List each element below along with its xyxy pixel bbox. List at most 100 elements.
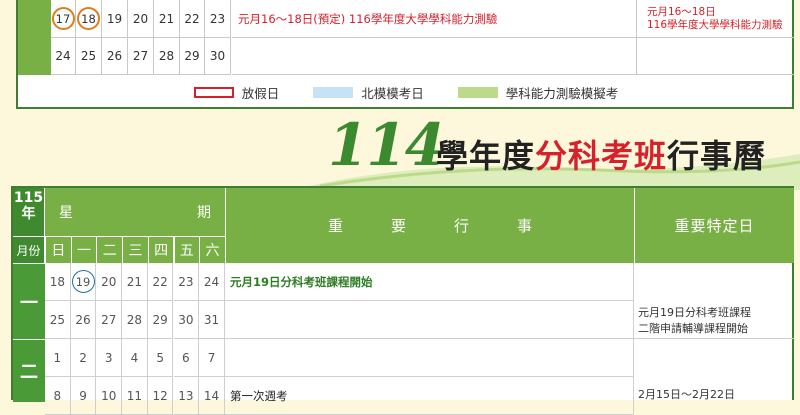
top-day-cell: 20 bbox=[128, 0, 154, 38]
legend-mock-exam-label: 北模模考日 bbox=[361, 85, 424, 101]
special-note-cell-2: 2月15日～2月22日 bbox=[634, 339, 794, 402]
special-note-1-line-2: 二階申請輔導課程開始 bbox=[638, 322, 748, 335]
header-day-name: 五 bbox=[173, 236, 200, 263]
day-number: 6 bbox=[182, 350, 190, 365]
top-day-cell: 29 bbox=[180, 38, 205, 75]
day-cell: 19 bbox=[70, 263, 97, 301]
holiday-circled-day: 17 bbox=[51, 7, 75, 30]
header-day-name: 二 bbox=[96, 236, 123, 263]
header-week-right: 期 bbox=[197, 205, 211, 221]
day-cell: 13 bbox=[173, 377, 200, 415]
day-number: 25 bbox=[80, 49, 97, 63]
special-line-2: 116學年度大學學科能力測驗 bbox=[647, 19, 783, 31]
event-text: 元月16～18日(預定) 116學年度大學學科能力測驗 bbox=[238, 11, 498, 26]
day-number: 19 bbox=[106, 11, 123, 26]
day-number: 29 bbox=[152, 312, 168, 327]
top-special-day-cell: 元月16～18日 116學年度大學學科能力測驗 bbox=[637, 0, 794, 38]
gsat-mock-swatch bbox=[457, 86, 498, 98]
top-day-cell: 30 bbox=[205, 38, 231, 75]
legend-holiday-label: 放假日 bbox=[241, 85, 280, 101]
previous-calendar-table: 17 18 19 20 21 22 23 24 25 26 27 28 29 30 元月16～18日(預定… bbox=[16, 0, 794, 109]
day-number: 20 bbox=[132, 11, 149, 26]
main-calendar-table: 115 年 月份 星 期 日一二三四五六 重 要 行 事 重要特定日 一 二 1… bbox=[11, 186, 794, 415]
header-important-events: 重 要 行 事 bbox=[225, 188, 634, 263]
header-day-name: 日 bbox=[45, 236, 71, 263]
day-number: 21 bbox=[126, 274, 143, 289]
day-cell: 28 bbox=[122, 301, 148, 339]
day-number: 18 bbox=[49, 274, 65, 289]
day-number: 26 bbox=[106, 49, 123, 63]
day-cell: 7 bbox=[199, 339, 225, 377]
day-cell: 14 bbox=[199, 377, 225, 415]
title-part-3: 行事曆 bbox=[667, 137, 767, 175]
header-year: 115 年 bbox=[13, 188, 45, 236]
top-day-cell: 22 bbox=[180, 0, 205, 38]
header-events-char-2: 要 bbox=[390, 217, 406, 235]
day-number: 22 bbox=[152, 274, 168, 289]
legend: 放假日 北模模考日 學科能力測驗模擬考 bbox=[18, 77, 794, 107]
day-number: 12 bbox=[152, 388, 168, 403]
day-number: 13 bbox=[178, 388, 194, 403]
top-day-cell: 25 bbox=[76, 38, 102, 75]
header-day-name: 三 bbox=[122, 236, 148, 263]
day-number: 28 bbox=[126, 312, 143, 327]
event-cell: 元月19日分科考班課程開始 bbox=[225, 263, 634, 301]
top-day-cell: 18 bbox=[76, 0, 102, 38]
day-cell: 30 bbox=[173, 301, 200, 339]
day-number: 23 bbox=[209, 11, 226, 26]
day-cell: 31 bbox=[199, 301, 225, 339]
day-cell: 18 bbox=[45, 263, 71, 301]
top-special-day-cell-2 bbox=[637, 38, 794, 75]
header-day-name: 四 bbox=[147, 236, 174, 263]
day-number: 3 bbox=[104, 350, 113, 365]
header-month-label: 月份 bbox=[13, 236, 45, 263]
special-note-cell-1: 元月19日分科考班課程 二階申請輔導課程開始 bbox=[634, 263, 794, 339]
mock-exam-swatch bbox=[313, 86, 354, 98]
day-cell: 21 bbox=[122, 263, 148, 301]
header-special-days: 重要特定日 bbox=[634, 188, 794, 263]
title-part-2: 分科考班 bbox=[535, 137, 668, 175]
day-cell: 26 bbox=[70, 301, 97, 339]
legend-gsat-mock-label: 學科能力測驗模擬考 bbox=[505, 85, 619, 101]
top-day-cell: 24 bbox=[51, 38, 76, 75]
day-cell: 9 bbox=[70, 377, 97, 415]
day-cell: 8 bbox=[45, 377, 71, 415]
day-cell: 24 bbox=[199, 263, 225, 301]
day-number: 14 bbox=[203, 388, 220, 403]
day-number: 21 bbox=[158, 11, 175, 26]
day-number: 11 bbox=[126, 388, 143, 403]
day-number: 26 bbox=[75, 312, 91, 327]
special-note-2: 2月15日～2月22日 bbox=[638, 388, 735, 401]
day-cell: 20 bbox=[96, 263, 123, 301]
top-day-cell: 17 bbox=[51, 0, 76, 38]
top-day-cell: 19 bbox=[102, 0, 128, 38]
day-number: 28 bbox=[158, 49, 175, 63]
top-day-cell: 21 bbox=[154, 0, 180, 38]
header-events-char-4: 事 bbox=[517, 217, 533, 235]
day-cell: 4 bbox=[122, 339, 148, 377]
day-cell: 6 bbox=[173, 339, 200, 377]
month-column-strip bbox=[18, 0, 51, 75]
title-part-1: 學年度 bbox=[436, 137, 536, 175]
header-year-number: 115 bbox=[13, 190, 44, 206]
day-number: 30 bbox=[178, 312, 194, 327]
event-cell bbox=[225, 339, 634, 377]
day-number: 27 bbox=[132, 49, 149, 63]
day-number: 29 bbox=[184, 49, 200, 63]
day-number: 31 bbox=[203, 312, 220, 327]
top-day-cell: 26 bbox=[102, 38, 128, 75]
event-cell bbox=[225, 301, 634, 339]
day-cell: 29 bbox=[147, 301, 174, 339]
day-number: 25 bbox=[49, 312, 65, 327]
day-cell: 11 bbox=[122, 377, 148, 415]
day-number: 27 bbox=[101, 312, 117, 327]
title-year-number: 114 bbox=[328, 111, 445, 179]
legend-holiday: 放假日 bbox=[193, 83, 280, 102]
day-cell: 22 bbox=[147, 263, 174, 301]
special-line-1: 元月16～18日 bbox=[647, 6, 716, 18]
day-number: 24 bbox=[203, 274, 220, 289]
header-week: 星 期 bbox=[45, 188, 225, 236]
day-number: 23 bbox=[178, 274, 194, 289]
day-cell: 3 bbox=[96, 339, 123, 377]
day-number: 22 bbox=[184, 11, 200, 26]
